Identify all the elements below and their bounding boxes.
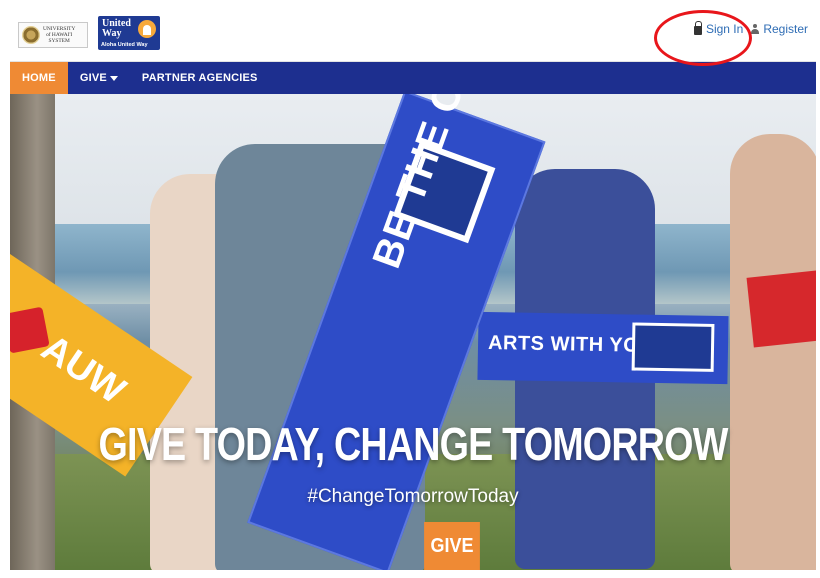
uh-logo-text: UNIVERSITY of HAWAI'I SYSTEM [43,26,76,44]
caret-down-icon [109,75,118,81]
hero-headline: GIVE TODAY, CHANGE TOMORROW [98,418,729,470]
nav-give-label: GIVE [79,72,107,84]
register-label: Register [763,22,808,36]
browser-page: UNIVERSITY of HAWAI'I SYSTEM United Way … [10,8,816,570]
site-header: UNIVERSITY of HAWAI'I SYSTEM United Way … [10,8,816,62]
give-button-label: GIVE [430,534,474,557]
sign-in-link[interactable]: Sign In [693,21,744,36]
hero-banner: AUW ARTS WITH YOU BE THE CHANGE GIVE TOD… [10,94,816,570]
sign-wide-text: ARTS WITH YOU [487,331,655,357]
nav-home-label: HOME [22,72,56,84]
nav-partner-label: PARTNER AGENCIES [141,72,258,84]
sign-yellow-text: AUW [33,326,133,413]
hero-hashtag: #ChangeTomorrowToday [307,486,519,507]
register-link[interactable]: Register [751,22,808,36]
uw-logo-title: United Way [102,18,131,39]
sign-starts-with-you: ARTS WITH YOU [477,311,729,385]
person-icon [751,24,760,34]
aloha-united-way-logo[interactable]: United Way Aloha United Way [98,16,160,50]
lock-icon [693,21,703,35]
uh-seal-icon [22,26,40,44]
auth-links: Sign In Register [693,21,808,36]
nav-item-home[interactable]: HOME [10,62,68,94]
give-button[interactable]: GIVE [424,522,480,570]
main-nav: HOME GIVE PARTNER AGENCIES [10,62,816,94]
uw-logo-subtitle: Aloha United Way [101,42,148,48]
sign-in-label: Sign In [705,22,744,36]
nav-item-partner-agencies[interactable]: PARTNER AGENCIES [130,62,270,94]
university-of-hawaii-logo[interactable]: UNIVERSITY of HAWAI'I SYSTEM [18,22,88,48]
sign-wide-logo [631,322,715,372]
nav-item-give[interactable]: GIVE [68,62,130,94]
sign-red [746,270,816,348]
united-way-hand-icon [138,20,156,38]
